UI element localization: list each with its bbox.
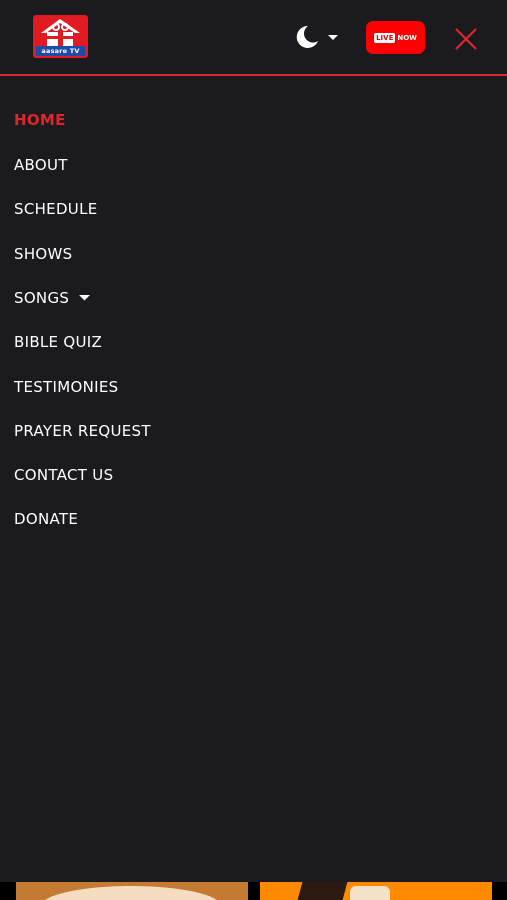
menu-item-label: SCHEDULE [14,200,98,218]
menu-item-bible-quiz[interactable]: BIBLE QUIZ [14,330,102,354]
logo-text: aasare TV [36,46,85,56]
chevron-down-icon [328,35,338,40]
menu-item-schedule[interactable]: SCHEDULE [14,197,98,221]
menu-item-label: CONTACT US [14,466,114,484]
live-now-button[interactable]: LIVE NOW [366,21,425,54]
live-now-text: NOW [397,33,417,42]
video-thumbnail[interactable] [260,882,492,900]
menu-item-label: HOME [14,111,66,129]
close-icon[interactable] [453,26,479,52]
menu-item-contact-us[interactable]: CONTACT US [14,463,113,487]
menu-item-label: PRAYER REQUEST [14,422,151,440]
menu-item-about[interactable]: ABOUT [14,153,68,177]
chevron-down-icon[interactable] [79,295,91,301]
content-thumbnails-strip [0,882,507,900]
menu-item-label: TESTIMONIES [14,378,119,396]
menu-item-donate[interactable]: DONATE [14,507,78,531]
moon-icon [296,25,318,48]
menu-item-prayer-request[interactable]: PRAYER REQUEST [14,419,151,443]
theme-toggle-button[interactable] [292,24,342,50]
menu-item-label: BIBLE QUIZ [14,333,103,351]
menu-item-testimonies[interactable]: TESTIMONIES [14,375,118,399]
menu-item-shows[interactable]: SHOWS [14,242,72,266]
menu-item-label: DONATE [14,510,79,528]
navigation-menu: HOME ABOUT SCHEDULE SHOWS SONGS BIBLE QU… [0,76,507,882]
menu-item-label: SONGS [14,289,70,307]
aasare-tv-logo[interactable]: aasare TV [33,15,88,58]
top-header: aasare TV LIVE NOW [0,0,507,76]
menu-item-songs[interactable]: SONGS [14,286,91,310]
menu-item-home[interactable]: HOME [14,108,66,132]
menu-item-label: SHOWS [14,245,73,263]
video-thumbnail[interactable] [16,882,248,900]
live-badge: LIVE [374,32,396,43]
menu-item-label: ABOUT [14,156,68,174]
